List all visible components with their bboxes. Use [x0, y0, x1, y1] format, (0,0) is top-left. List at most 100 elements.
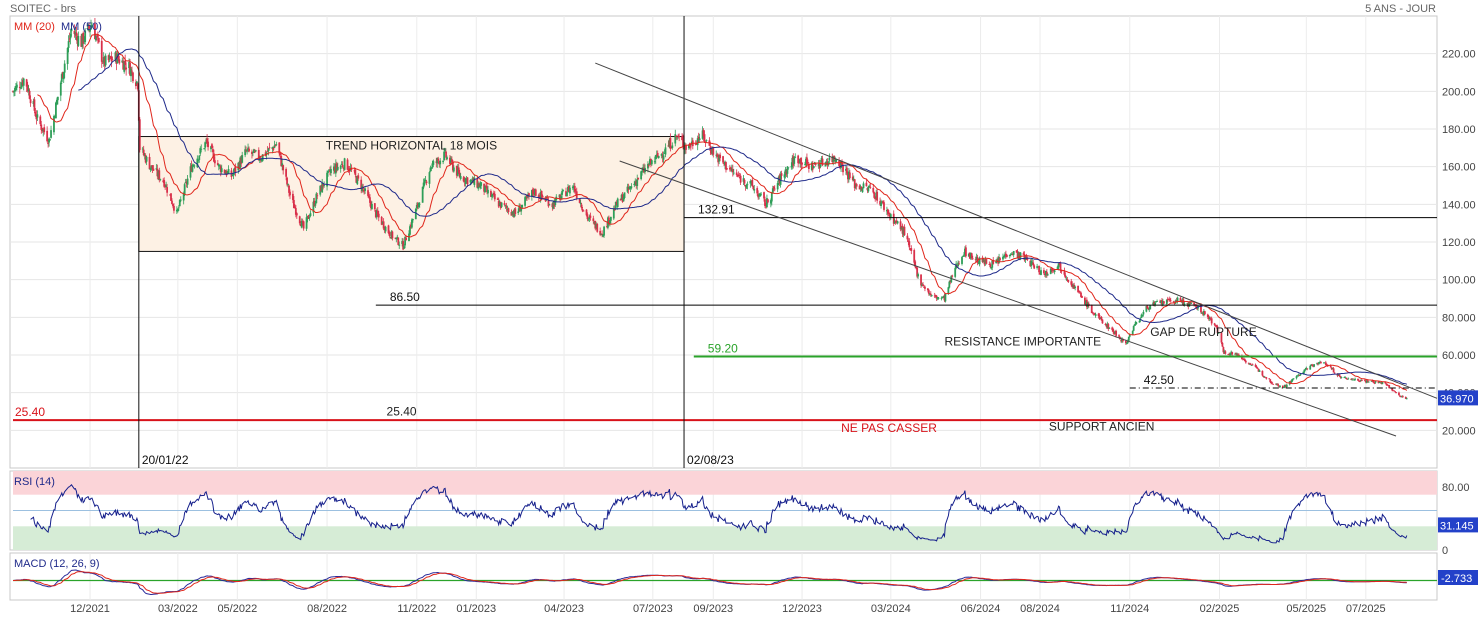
- candle-body: [951, 275, 954, 277]
- candle-body: [719, 154, 722, 159]
- x-tick-label: 08/2022: [307, 603, 347, 615]
- x-tick-label: 04/2023: [544, 603, 584, 615]
- candle-body: [59, 82, 62, 96]
- candle-body: [443, 151, 446, 160]
- candle-body: [285, 169, 287, 177]
- candle-body: [309, 213, 312, 216]
- candle-body: [1249, 363, 1252, 365]
- candle-body: [1203, 311, 1206, 315]
- candle-body: [118, 59, 121, 64]
- candle-body: [937, 297, 940, 299]
- candle-body: [36, 114, 39, 118]
- candle-body: [373, 203, 376, 210]
- candle-body: [1333, 372, 1336, 374]
- candle-body: [746, 184, 749, 186]
- candle-body: [1332, 368, 1335, 373]
- candle-body: [705, 140, 708, 141]
- candle-body: [562, 190, 564, 191]
- candle-body: [248, 148, 250, 152]
- candle-body: [227, 169, 230, 174]
- y-tick-label: 100.00: [1442, 275, 1476, 287]
- candle-body: [664, 147, 667, 155]
- candle-body: [398, 244, 401, 246]
- candle-body: [753, 189, 756, 191]
- candle-body: [388, 232, 391, 236]
- candle-body: [1074, 286, 1077, 288]
- candle-body: [924, 286, 926, 289]
- candle-body: [689, 146, 692, 148]
- y-tick-label: 140.00: [1442, 199, 1476, 211]
- x-tick-label: 08/2024: [1020, 603, 1060, 615]
- candle-body: [1258, 370, 1261, 372]
- candle-body: [917, 274, 920, 277]
- candle-body: [819, 164, 822, 167]
- candle-body: [166, 187, 169, 193]
- candle-body: [323, 184, 326, 186]
- level-label: 25.40: [15, 405, 45, 419]
- candle-body: [534, 189, 537, 196]
- candle-body: [343, 158, 346, 170]
- candle-body: [183, 184, 186, 195]
- candle-body: [1271, 382, 1274, 384]
- candle-body: [1272, 383, 1275, 385]
- candle-body: [487, 189, 489, 194]
- candle-body: [1367, 381, 1370, 383]
- candle-body: [503, 203, 506, 205]
- rsi-tick-label: 80.00: [1442, 482, 1470, 494]
- candle-body: [807, 164, 810, 169]
- candle-body: [770, 192, 773, 202]
- candle-body: [908, 241, 911, 248]
- candle-body: [425, 181, 428, 183]
- candle-body: [1081, 296, 1083, 298]
- candle-body: [569, 187, 571, 194]
- candle-body: [1405, 398, 1408, 400]
- candle-body: [985, 259, 988, 264]
- candle-body: [566, 192, 568, 197]
- annotation: SUPPORT ANCIEN: [1049, 419, 1155, 433]
- last-price-value: 36.970: [1440, 393, 1474, 405]
- candle-body: [282, 165, 285, 171]
- candle-body: [384, 226, 387, 232]
- level-label: 42.50: [1144, 373, 1174, 387]
- candle-body: [241, 155, 244, 163]
- candle-body: [179, 199, 182, 201]
- candle-body: [428, 172, 431, 184]
- candle-body: [1190, 302, 1193, 304]
- candle-body: [1108, 327, 1111, 329]
- chart-canvas: TREND HORIZONTAL 18 MOIS 132.91 86.50 59.20…: [9, 15, 1478, 615]
- candle-body: [152, 168, 155, 171]
- rsi-value: 31.145: [1440, 520, 1474, 532]
- candle-body: [773, 188, 776, 190]
- candle-body: [207, 141, 209, 148]
- candle-body: [22, 78, 25, 86]
- candle-body: [213, 160, 216, 164]
- candle-body: [514, 208, 517, 214]
- candle-body: [493, 193, 496, 200]
- candle-body: [1261, 370, 1264, 376]
- candle-body: [732, 172, 735, 174]
- candle-body: [1156, 301, 1158, 302]
- candle-body: [698, 138, 701, 141]
- candle-body: [466, 177, 469, 185]
- candle-body: [671, 145, 674, 148]
- candle-body: [767, 199, 769, 203]
- rsi-overbought-zone: [13, 471, 1437, 495]
- candle-body: [662, 155, 665, 160]
- candle-body: [49, 139, 51, 141]
- candle-body: [1306, 368, 1309, 370]
- candle-body: [1320, 362, 1322, 363]
- candle-body: [405, 237, 407, 241]
- candle-body: [198, 155, 201, 160]
- candle-body: [944, 293, 947, 302]
- annotation: NE PAS CASSER: [841, 421, 937, 435]
- candle-body: [989, 264, 992, 268]
- candle-body: [675, 135, 678, 137]
- ma-legend-item: MM (20): [14, 21, 55, 33]
- x-tick-label: 11/2022: [397, 603, 436, 615]
- x-tick-label: 07/2023: [633, 603, 673, 615]
- candle-body: [739, 175, 742, 183]
- candle-body: [339, 165, 342, 169]
- x-tick-label: 05/2025: [1286, 603, 1326, 615]
- rsi-series: [13, 471, 1437, 550]
- candle-body: [999, 258, 1001, 260]
